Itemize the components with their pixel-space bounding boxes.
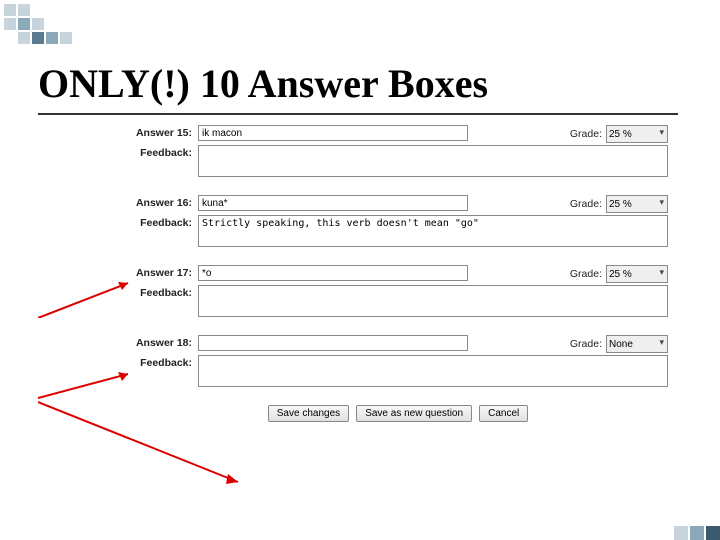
- feedback-15-input[interactable]: [198, 145, 668, 177]
- answer-label: Answer 15:: [128, 125, 198, 141]
- grade-16-select[interactable]: [606, 195, 668, 213]
- corner-decoration: [4, 4, 72, 44]
- grade-18-select[interactable]: [606, 335, 668, 353]
- answer-15-input[interactable]: [198, 125, 468, 141]
- feedback-label: Feedback:: [128, 355, 198, 371]
- answer-form: Answer 15: Grade: Feedback: Answer 16: G…: [128, 125, 668, 422]
- answer-17-input[interactable]: [198, 265, 468, 281]
- answer-label: Answer 18:: [128, 335, 198, 351]
- feedback-17-input[interactable]: [198, 285, 668, 317]
- cancel-button[interactable]: Cancel: [479, 405, 528, 422]
- feedback-label: Feedback:: [128, 145, 198, 161]
- footer-decoration: [672, 526, 720, 540]
- feedback-label: Feedback:: [128, 215, 198, 231]
- grade-label: Grade:: [570, 268, 602, 280]
- answer-18-input[interactable]: [198, 335, 468, 351]
- answer-label: Answer 16:: [128, 195, 198, 211]
- answer-block-18: Answer 18: Grade: Feedback:: [128, 335, 668, 387]
- save-as-new-button[interactable]: Save as new question: [356, 405, 472, 422]
- answer-16-input[interactable]: [198, 195, 468, 211]
- button-row: Save changes Save as new question Cancel: [128, 405, 668, 422]
- feedback-16-input[interactable]: [198, 215, 668, 247]
- grade-label: Grade:: [570, 198, 602, 210]
- answer-block-16: Answer 16: Grade: Feedback:: [128, 195, 668, 247]
- save-changes-button[interactable]: Save changes: [268, 405, 349, 422]
- answer-block-15: Answer 15: Grade: Feedback:: [128, 125, 668, 177]
- slide-title: ONLY(!) 10 Answer Boxes: [38, 60, 678, 115]
- grade-17-select[interactable]: [606, 265, 668, 283]
- answer-block-17: Answer 17: Grade: Feedback:: [128, 265, 668, 317]
- feedback-label: Feedback:: [128, 285, 198, 301]
- arrow-annotation-2: [38, 370, 138, 400]
- grade-label: Grade:: [570, 338, 602, 350]
- feedback-18-input[interactable]: [198, 355, 668, 387]
- grade-15-select[interactable]: [606, 125, 668, 143]
- answer-label: Answer 17:: [128, 265, 198, 281]
- grade-label: Grade:: [570, 128, 602, 140]
- arrow-annotation-1: [38, 278, 138, 318]
